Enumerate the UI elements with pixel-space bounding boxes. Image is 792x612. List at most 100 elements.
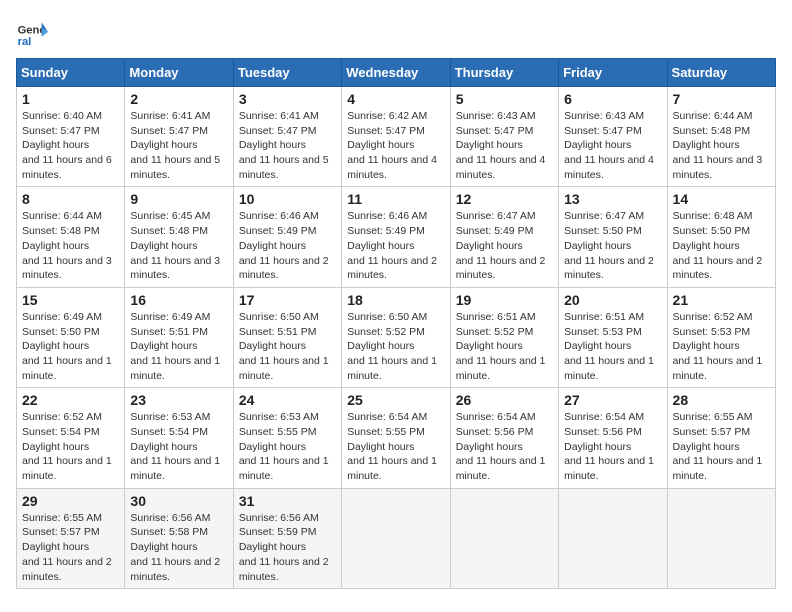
day-number: 25 [347, 392, 444, 408]
logo-icon: Gene ral [16, 16, 48, 48]
day-number: 30 [130, 493, 227, 509]
day-number: 1 [22, 91, 119, 107]
day-number: 29 [22, 493, 119, 509]
calendar-cell [342, 488, 450, 588]
calendar-cell: 27 Sunrise: 6:54 AM Sunset: 5:56 PM Dayl… [559, 388, 667, 488]
calendar-cell: 26 Sunrise: 6:54 AM Sunset: 5:56 PM Dayl… [450, 388, 558, 488]
calendar-cell: 3 Sunrise: 6:41 AM Sunset: 5:47 PM Dayli… [233, 87, 341, 187]
day-number: 2 [130, 91, 227, 107]
col-header-sunday: Sunday [17, 59, 125, 87]
day-info: Sunrise: 6:41 AM Sunset: 5:47 PM Dayligh… [130, 109, 227, 182]
day-info: Sunrise: 6:49 AM Sunset: 5:51 PM Dayligh… [130, 310, 227, 383]
day-info: Sunrise: 6:47 AM Sunset: 5:50 PM Dayligh… [564, 209, 661, 282]
day-number: 21 [673, 292, 770, 308]
day-info: Sunrise: 6:56 AM Sunset: 5:58 PM Dayligh… [130, 511, 227, 584]
svg-text:Gene: Gene [18, 25, 46, 37]
day-info: Sunrise: 6:44 AM Sunset: 5:48 PM Dayligh… [673, 109, 770, 182]
calendar-cell [559, 488, 667, 588]
day-info: Sunrise: 6:45 AM Sunset: 5:48 PM Dayligh… [130, 209, 227, 282]
calendar-cell [667, 488, 775, 588]
week-row-5: 29 Sunrise: 6:55 AM Sunset: 5:57 PM Dayl… [17, 488, 776, 588]
day-info: Sunrise: 6:49 AM Sunset: 5:50 PM Dayligh… [22, 310, 119, 383]
day-info: Sunrise: 6:54 AM Sunset: 5:56 PM Dayligh… [564, 410, 661, 483]
calendar-cell: 24 Sunrise: 6:53 AM Sunset: 5:55 PM Dayl… [233, 388, 341, 488]
day-info: Sunrise: 6:47 AM Sunset: 5:49 PM Dayligh… [456, 209, 553, 282]
calendar-cell: 22 Sunrise: 6:52 AM Sunset: 5:54 PM Dayl… [17, 388, 125, 488]
calendar-cell: 5 Sunrise: 6:43 AM Sunset: 5:47 PM Dayli… [450, 87, 558, 187]
calendar-cell: 2 Sunrise: 6:41 AM Sunset: 5:47 PM Dayli… [125, 87, 233, 187]
col-header-wednesday: Wednesday [342, 59, 450, 87]
calendar-cell: 30 Sunrise: 6:56 AM Sunset: 5:58 PM Dayl… [125, 488, 233, 588]
week-row-1: 1 Sunrise: 6:40 AM Sunset: 5:47 PM Dayli… [17, 87, 776, 187]
day-number: 6 [564, 91, 661, 107]
day-number: 22 [22, 392, 119, 408]
day-number: 14 [673, 191, 770, 207]
day-info: Sunrise: 6:50 AM Sunset: 5:51 PM Dayligh… [239, 310, 336, 383]
calendar-cell: 1 Sunrise: 6:40 AM Sunset: 5:47 PM Dayli… [17, 87, 125, 187]
svg-text:ral: ral [18, 36, 32, 48]
calendar-cell: 11 Sunrise: 6:46 AM Sunset: 5:49 PM Dayl… [342, 187, 450, 287]
day-info: Sunrise: 6:52 AM Sunset: 5:54 PM Dayligh… [22, 410, 119, 483]
day-info: Sunrise: 6:51 AM Sunset: 5:52 PM Dayligh… [456, 310, 553, 383]
day-info: Sunrise: 6:40 AM Sunset: 5:47 PM Dayligh… [22, 109, 119, 182]
day-info: Sunrise: 6:41 AM Sunset: 5:47 PM Dayligh… [239, 109, 336, 182]
day-number: 10 [239, 191, 336, 207]
calendar-cell: 16 Sunrise: 6:49 AM Sunset: 5:51 PM Dayl… [125, 287, 233, 387]
week-row-3: 15 Sunrise: 6:49 AM Sunset: 5:50 PM Dayl… [17, 287, 776, 387]
day-number: 17 [239, 292, 336, 308]
day-info: Sunrise: 6:55 AM Sunset: 5:57 PM Dayligh… [673, 410, 770, 483]
day-info: Sunrise: 6:44 AM Sunset: 5:48 PM Dayligh… [22, 209, 119, 282]
day-info: Sunrise: 6:46 AM Sunset: 5:49 PM Dayligh… [347, 209, 444, 282]
col-header-monday: Monday [125, 59, 233, 87]
calendar-cell: 23 Sunrise: 6:53 AM Sunset: 5:54 PM Dayl… [125, 388, 233, 488]
week-row-4: 22 Sunrise: 6:52 AM Sunset: 5:54 PM Dayl… [17, 388, 776, 488]
day-number: 26 [456, 392, 553, 408]
calendar-cell: 10 Sunrise: 6:46 AM Sunset: 5:49 PM Dayl… [233, 187, 341, 287]
calendar-cell [450, 488, 558, 588]
day-number: 19 [456, 292, 553, 308]
col-header-thursday: Thursday [450, 59, 558, 87]
day-info: Sunrise: 6:52 AM Sunset: 5:53 PM Dayligh… [673, 310, 770, 383]
day-number: 12 [456, 191, 553, 207]
day-info: Sunrise: 6:43 AM Sunset: 5:47 PM Dayligh… [456, 109, 553, 182]
calendar-cell: 29 Sunrise: 6:55 AM Sunset: 5:57 PM Dayl… [17, 488, 125, 588]
day-number: 9 [130, 191, 227, 207]
day-info: Sunrise: 6:54 AM Sunset: 5:55 PM Dayligh… [347, 410, 444, 483]
day-info: Sunrise: 6:55 AM Sunset: 5:57 PM Dayligh… [22, 511, 119, 584]
day-info: Sunrise: 6:51 AM Sunset: 5:53 PM Dayligh… [564, 310, 661, 383]
calendar-cell: 8 Sunrise: 6:44 AM Sunset: 5:48 PM Dayli… [17, 187, 125, 287]
calendar-cell: 13 Sunrise: 6:47 AM Sunset: 5:50 PM Dayl… [559, 187, 667, 287]
calendar-cell: 7 Sunrise: 6:44 AM Sunset: 5:48 PM Dayli… [667, 87, 775, 187]
day-info: Sunrise: 6:53 AM Sunset: 5:55 PM Dayligh… [239, 410, 336, 483]
day-info: Sunrise: 6:56 AM Sunset: 5:59 PM Dayligh… [239, 511, 336, 584]
day-number: 7 [673, 91, 770, 107]
day-number: 28 [673, 392, 770, 408]
day-number: 8 [22, 191, 119, 207]
day-number: 18 [347, 292, 444, 308]
col-header-tuesday: Tuesday [233, 59, 341, 87]
week-row-2: 8 Sunrise: 6:44 AM Sunset: 5:48 PM Dayli… [17, 187, 776, 287]
day-info: Sunrise: 6:42 AM Sunset: 5:47 PM Dayligh… [347, 109, 444, 182]
day-number: 4 [347, 91, 444, 107]
calendar-table: SundayMondayTuesdayWednesdayThursdayFrid… [16, 58, 776, 589]
calendar-cell: 4 Sunrise: 6:42 AM Sunset: 5:47 PM Dayli… [342, 87, 450, 187]
day-number: 13 [564, 191, 661, 207]
logo: Gene ral [16, 16, 52, 48]
day-number: 16 [130, 292, 227, 308]
day-info: Sunrise: 6:53 AM Sunset: 5:54 PM Dayligh… [130, 410, 227, 483]
day-number: 24 [239, 392, 336, 408]
calendar-cell: 21 Sunrise: 6:52 AM Sunset: 5:53 PM Dayl… [667, 287, 775, 387]
day-number: 3 [239, 91, 336, 107]
day-info: Sunrise: 6:46 AM Sunset: 5:49 PM Dayligh… [239, 209, 336, 282]
day-number: 15 [22, 292, 119, 308]
day-info: Sunrise: 6:54 AM Sunset: 5:56 PM Dayligh… [456, 410, 553, 483]
calendar-cell: 15 Sunrise: 6:49 AM Sunset: 5:50 PM Dayl… [17, 287, 125, 387]
day-number: 20 [564, 292, 661, 308]
day-info: Sunrise: 6:43 AM Sunset: 5:47 PM Dayligh… [564, 109, 661, 182]
calendar-cell: 9 Sunrise: 6:45 AM Sunset: 5:48 PM Dayli… [125, 187, 233, 287]
calendar-cell: 19 Sunrise: 6:51 AM Sunset: 5:52 PM Dayl… [450, 287, 558, 387]
calendar-cell: 28 Sunrise: 6:55 AM Sunset: 5:57 PM Dayl… [667, 388, 775, 488]
day-number: 27 [564, 392, 661, 408]
calendar-cell: 18 Sunrise: 6:50 AM Sunset: 5:52 PM Dayl… [342, 287, 450, 387]
calendar-cell: 14 Sunrise: 6:48 AM Sunset: 5:50 PM Dayl… [667, 187, 775, 287]
